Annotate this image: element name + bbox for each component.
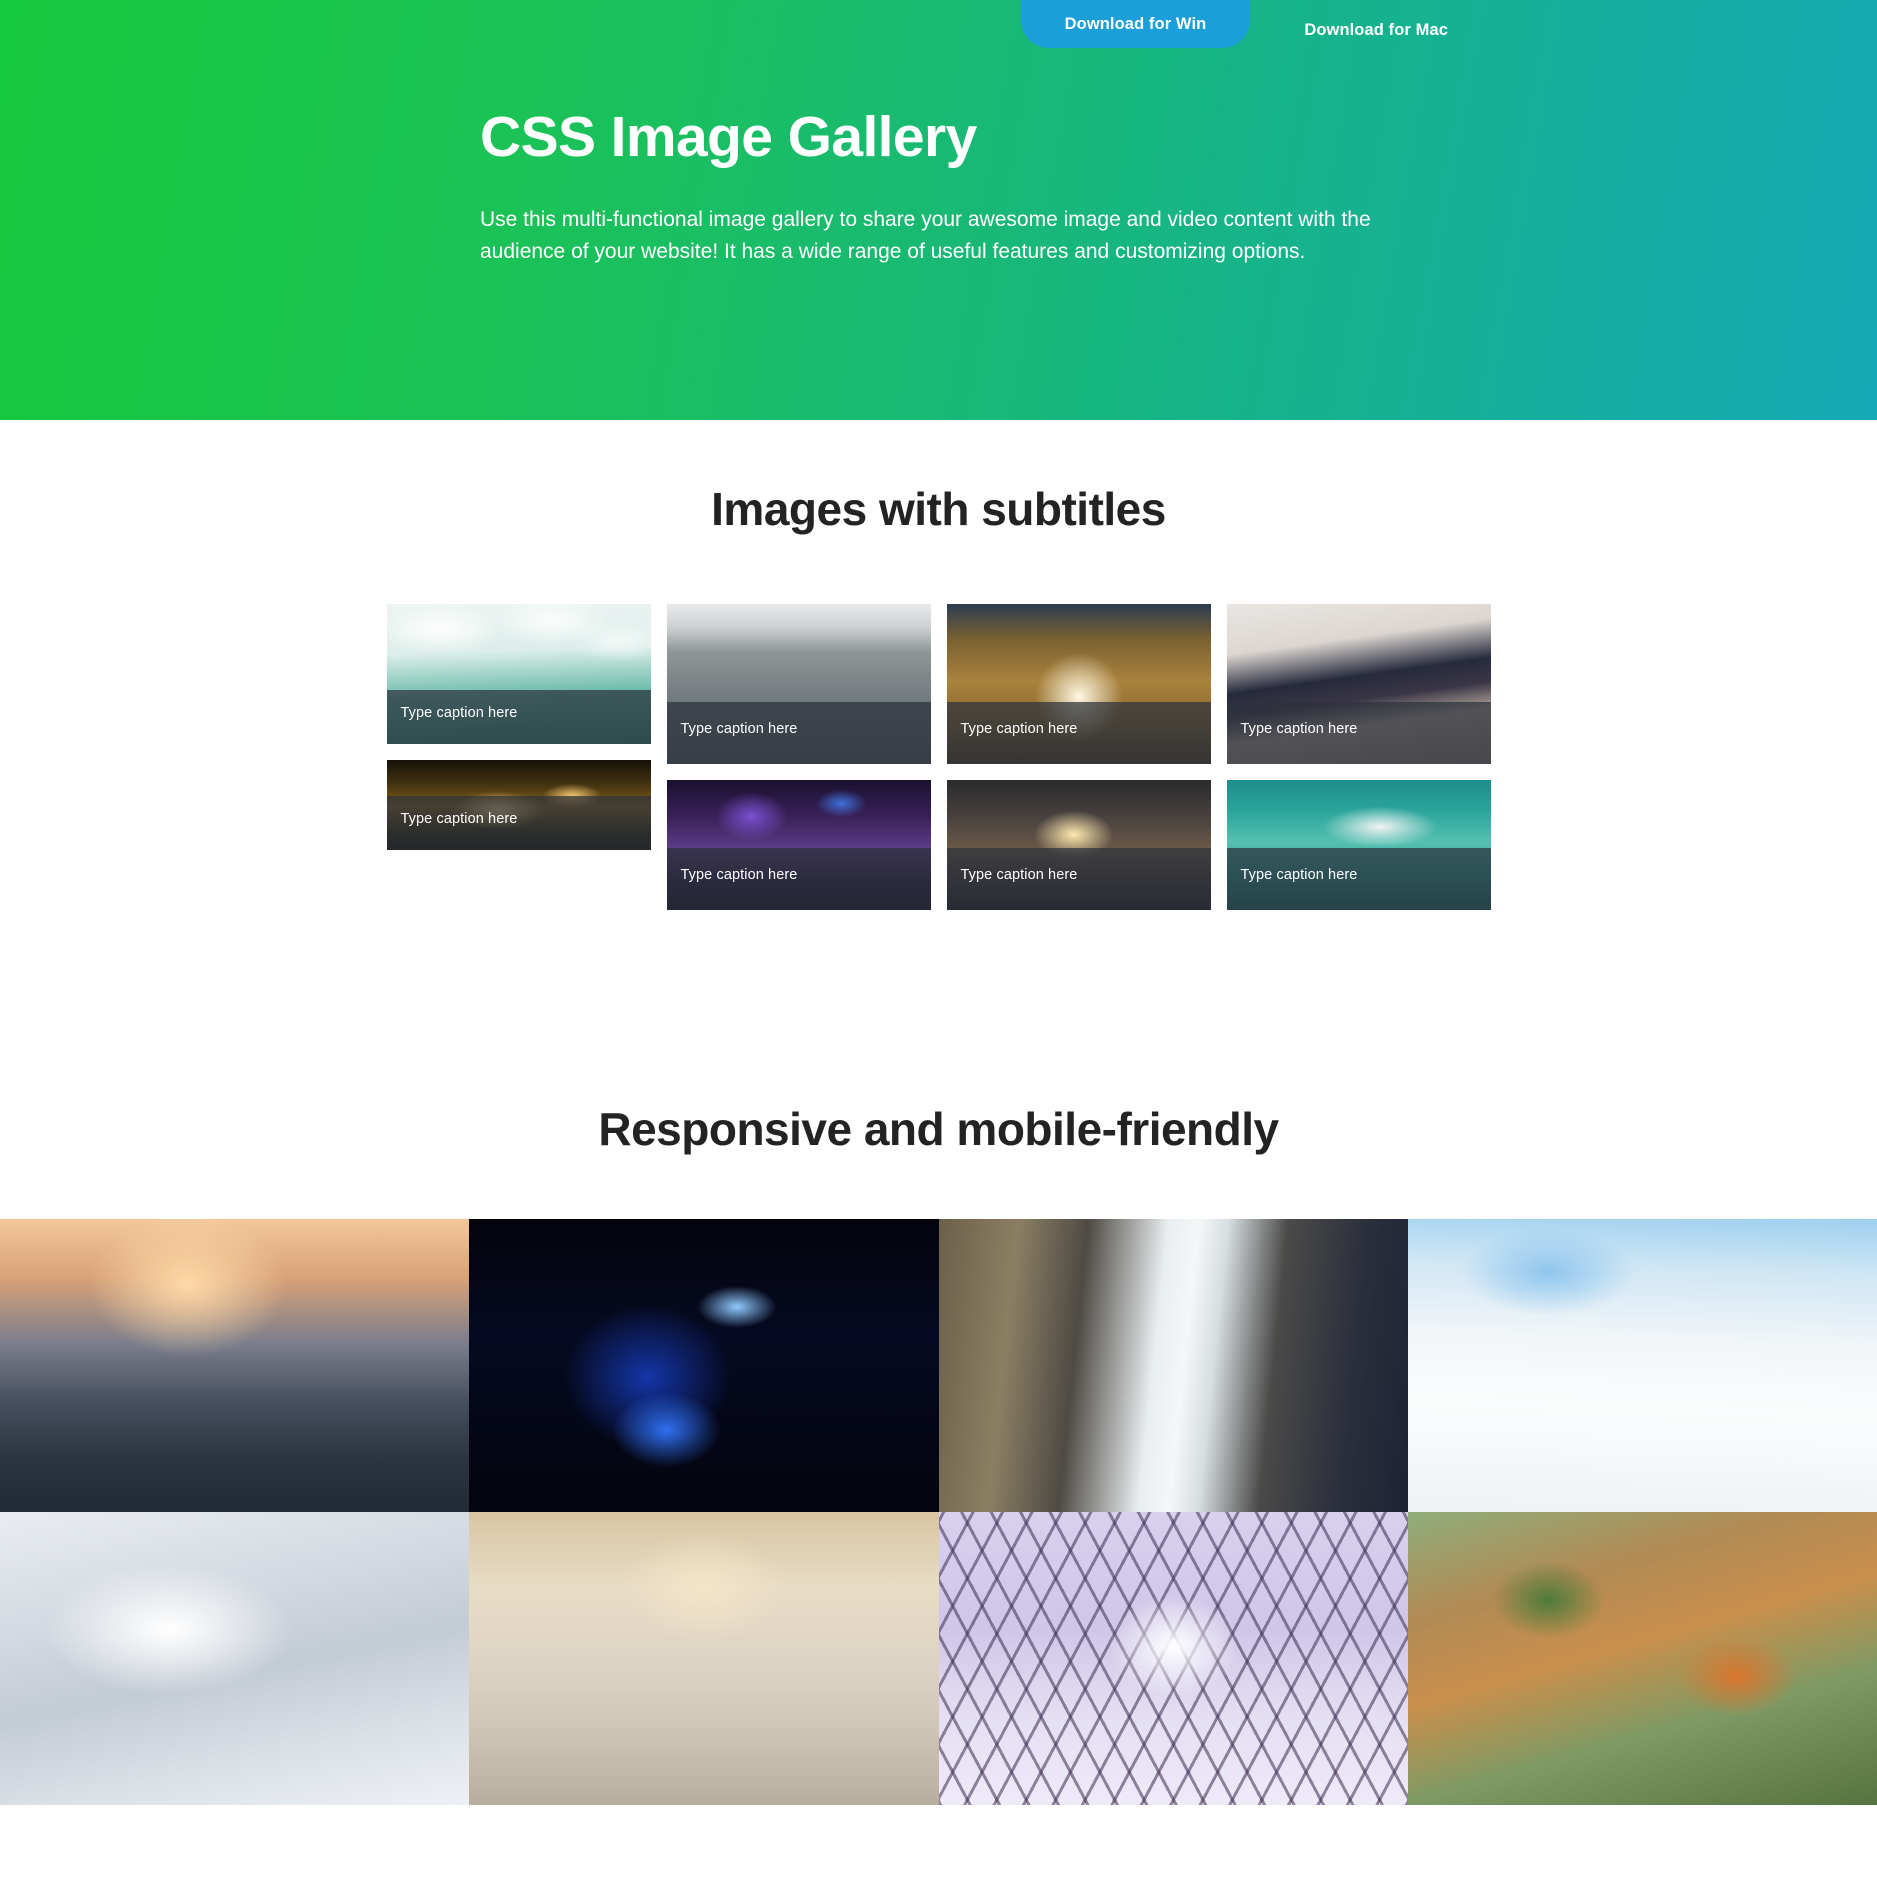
gallery-caption: Type caption here	[386, 689, 651, 745]
gallery-card[interactable]: Type caption here	[386, 760, 651, 851]
gallery-image-waterfall-cliff[interactable]	[938, 1218, 1408, 1512]
hero-content: CSS Image Gallery Use this multi-functio…	[480, 105, 1380, 268]
gallery-card[interactable]: Type caption here	[946, 604, 1211, 765]
download-for-win-button[interactable]: Download for Win	[1020, 0, 1251, 48]
gallery-image-city-skyline-sunset[interactable]	[0, 1218, 470, 1512]
gallery-card[interactable]: Type caption here	[1226, 780, 1491, 911]
section-responsive-and-mobile-friendly: Responsive and mobile-friendly	[0, 1006, 1877, 1805]
gallery-image-snowy-mountain-aerial[interactable]	[0, 1511, 470, 1805]
gallery-image-jets-in-clouds[interactable]	[1407, 1218, 1877, 1512]
gallery-caption: Type caption here	[1226, 847, 1491, 911]
gallery-column: Type caption here Type caption here	[666, 604, 931, 911]
section-images-with-subtitles: Images with subtitles Type caption here …	[0, 420, 1877, 1007]
page-title: CSS Image Gallery	[480, 105, 977, 169]
gallery-caption: Type caption here	[1226, 701, 1491, 765]
hero-download-nav: Download for Win Download for Mac	[1020, 0, 1492, 54]
gallery-caption: Type caption here	[946, 847, 1211, 911]
section-title-responsive-and-mobile-friendly: Responsive and mobile-friendly	[598, 1103, 1279, 1156]
gallery-caption: Type caption here	[666, 847, 931, 911]
gallery-caption: Type caption here	[666, 701, 931, 765]
gallery-image-aerial-suburb-rooftops[interactable]	[1407, 1511, 1877, 1805]
download-for-mac-button[interactable]: Download for Mac	[1260, 0, 1492, 54]
gallery-card[interactable]: Type caption here	[1226, 604, 1491, 765]
gallery-caption: Type caption here	[386, 795, 651, 851]
subtitle-gallery: Type caption here Type caption here Type…	[386, 604, 1491, 1006]
gallery-card[interactable]: Type caption here	[386, 604, 651, 745]
gallery-column: Type caption here Type caption here	[946, 604, 1211, 911]
gallery-column: Type caption here Type caption here	[1226, 604, 1491, 911]
gallery-caption: Type caption here	[946, 701, 1211, 765]
hero-description: Use this multi-functional image gallery …	[480, 207, 1371, 263]
gallery-card[interactable]: Type caption here	[666, 780, 931, 911]
gallery-card[interactable]: Type caption here	[946, 780, 1211, 911]
gallery-image-blue-jellyfish[interactable]	[469, 1218, 939, 1512]
hero-banner: Download for Win Download for Mac CSS Im…	[0, 0, 1877, 420]
gallery-image-bedroom-interior[interactable]	[469, 1511, 939, 1805]
gallery-image-white-lattice-dome[interactable]	[938, 1511, 1408, 1805]
gallery-column: Type caption here Type caption here	[386, 604, 651, 851]
section-title-images-with-subtitles: Images with subtitles	[711, 483, 1166, 535]
responsive-gallery	[0, 1218, 1877, 1805]
gallery-card[interactable]: Type caption here	[666, 604, 931, 765]
